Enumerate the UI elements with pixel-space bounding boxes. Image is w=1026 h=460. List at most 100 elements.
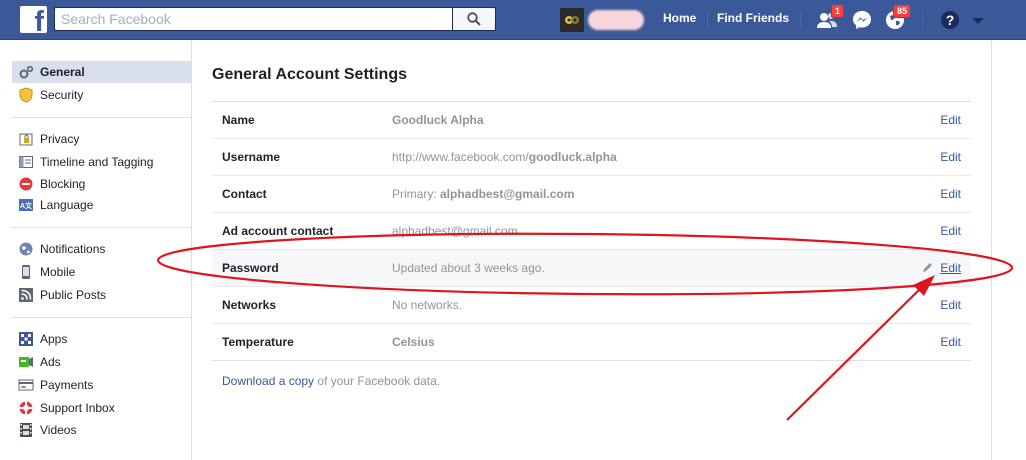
edit-temperature-button[interactable]: Edit: [940, 335, 961, 349]
sidebar-item-label: General: [40, 65, 85, 79]
sidebar-item-label: Blocking: [40, 177, 86, 191]
notifications-button[interactable]: 85: [883, 4, 912, 32]
mobile-icon: [18, 264, 34, 280]
page-title: General Account Settings: [212, 66, 407, 83]
download-data-text: Download a copy of your Facebook data.: [222, 374, 440, 388]
sidebar-item-label: Apps: [40, 332, 68, 346]
sidebar-item-label: Privacy: [40, 132, 80, 146]
globe-icon: [18, 241, 34, 257]
search-input[interactable]: [54, 7, 452, 31]
film-icon: [18, 422, 34, 438]
edit-username-button[interactable]: Edit: [940, 150, 961, 164]
general-account-settings-panel: General Account Settings Name Goodluck A…: [192, 41, 992, 460]
download-copy-link[interactable]: Download a copy: [222, 374, 314, 388]
caret-down-icon: [972, 18, 984, 24]
profile-name-blurred[interactable]: [588, 10, 644, 30]
block-icon: [18, 176, 34, 192]
sidebar-divider: [12, 227, 191, 228]
lifebuoy-icon: [18, 400, 34, 416]
nav-divider: [707, 11, 708, 29]
edit-networks-button[interactable]: Edit: [940, 298, 961, 312]
notifications-badge: 85: [893, 4, 912, 18]
question-icon: ?: [941, 11, 959, 29]
sidebar-item-privacy[interactable]: Privacy: [12, 128, 191, 150]
search-button[interactable]: [452, 7, 496, 31]
svg-text:?: ?: [946, 12, 955, 28]
help-button[interactable]: ?: [938, 8, 962, 32]
lock-icon: [18, 131, 34, 147]
sidebar-item-label: Support Inbox: [40, 401, 115, 415]
sidebar-item-label: Notifications: [40, 242, 106, 256]
sidebar-item-videos[interactable]: Videos: [12, 419, 191, 441]
facebook-logo-icon[interactable]: f: [20, 6, 47, 33]
edit-contact-button[interactable]: Edit: [940, 187, 961, 201]
settings-row-contact[interactable]: Contact Primary: alphadbest@gmail.com Ed…: [212, 176, 971, 213]
sidebar-item-blocking[interactable]: Blocking: [12, 173, 191, 195]
username-url-prefix: http://www.facebook.com/: [392, 150, 529, 164]
row-value: Updated about 3 weeks ago.: [392, 261, 545, 275]
contact-prefix: Primary:: [392, 187, 440, 201]
timeline-icon: [18, 154, 34, 170]
sidebar-item-mobile[interactable]: Mobile: [12, 261, 191, 283]
messages-button[interactable]: [850, 8, 874, 32]
sidebar-item-payments[interactable]: Payments: [12, 374, 191, 396]
sidebar-item-label: Payments: [40, 378, 94, 392]
sidebar-item-general[interactable]: General: [12, 61, 191, 83]
sidebar-item-language[interactable]: A文 Language: [12, 194, 191, 216]
row-label: Name: [222, 113, 255, 127]
row-label: Temperature: [222, 335, 294, 349]
row-value: http://www.facebook.com/goodluck.alpha: [392, 150, 617, 164]
settings-row-password[interactable]: Password Updated about 3 weeks ago. Edit: [212, 250, 971, 287]
edit-password-button[interactable]: Edit: [940, 261, 961, 275]
sidebar-item-label: Security: [40, 88, 84, 102]
sidebar-item-apps[interactable]: Apps: [12, 328, 191, 350]
settings-row-username[interactable]: Username http://www.facebook.com/goodluc…: [212, 139, 971, 176]
pencil-icon: [923, 263, 932, 272]
sidebar-item-label: Timeline and Tagging: [40, 155, 154, 169]
svg-text:A文: A文: [20, 201, 33, 210]
settings-table: Name Goodluck Alpha Edit Username http:/…: [212, 101, 971, 361]
sidebar-divider: [12, 117, 191, 118]
sidebar-item-ads[interactable]: Ads: [12, 351, 191, 373]
sidebar-item-support-inbox[interactable]: Support Inbox: [12, 397, 191, 419]
row-value: Goodluck Alpha: [392, 113, 484, 127]
sidebar-item-label: Videos: [40, 423, 77, 437]
contact-email: alphadbest@gmail.com: [440, 187, 575, 201]
settings-row-ad-account-contact[interactable]: Ad account contact alphadbest@gmail.com …: [212, 213, 971, 250]
sidebar-item-label: Ads: [40, 355, 61, 369]
sidebar-item-security[interactable]: Security: [12, 84, 191, 106]
row-label: Password: [222, 261, 279, 275]
edit-ad-account-contact-button[interactable]: Edit: [940, 224, 961, 238]
sidebar-item-label: Public Posts: [40, 288, 107, 302]
settings-sidebar: General Security Privacy Timeline and Ta…: [0, 41, 192, 460]
row-label: Contact: [222, 187, 267, 201]
nav-divider: [800, 11, 801, 29]
settings-row-name[interactable]: Name Goodluck Alpha Edit: [212, 102, 971, 139]
friend-requests-badge: 1: [831, 4, 845, 18]
sidebar-divider: [12, 317, 191, 318]
row-value: No networks.: [392, 298, 463, 312]
row-label: Username: [222, 150, 281, 164]
settings-row-networks[interactable]: Networks No networks. Edit: [212, 287, 971, 324]
username-handle: goodluck.alpha: [528, 150, 617, 164]
account-menu-button[interactable]: [966, 8, 990, 32]
edit-name-button[interactable]: Edit: [940, 113, 961, 127]
sidebar-item-public-posts[interactable]: Public Posts: [12, 284, 191, 306]
avatar[interactable]: [560, 8, 584, 32]
find-friends-link[interactable]: Find Friends: [717, 11, 789, 25]
home-link[interactable]: Home: [663, 11, 696, 25]
sidebar-item-label: Language: [40, 198, 94, 212]
friend-requests-button[interactable]: 1: [815, 4, 845, 32]
row-value: Primary: alphadbest@gmail.com: [392, 187, 574, 201]
sidebar-item-timeline-and-tagging[interactable]: Timeline and Tagging: [12, 151, 191, 173]
sidebar-item-notifications[interactable]: Notifications: [12, 238, 191, 260]
top-navigation-bar: f Home Find Friends 1: [0, 0, 1026, 40]
download-data-rest: of your Facebook data.: [314, 374, 441, 388]
nav-divider: [922, 11, 923, 29]
apps-icon: [18, 331, 34, 347]
row-value: alphadbest@gmail.com: [392, 224, 518, 238]
language-icon: A文: [18, 197, 34, 213]
shield-icon: [18, 87, 34, 103]
messenger-icon: [853, 11, 871, 29]
settings-row-temperature[interactable]: Temperature Celsius Edit: [212, 324, 971, 361]
